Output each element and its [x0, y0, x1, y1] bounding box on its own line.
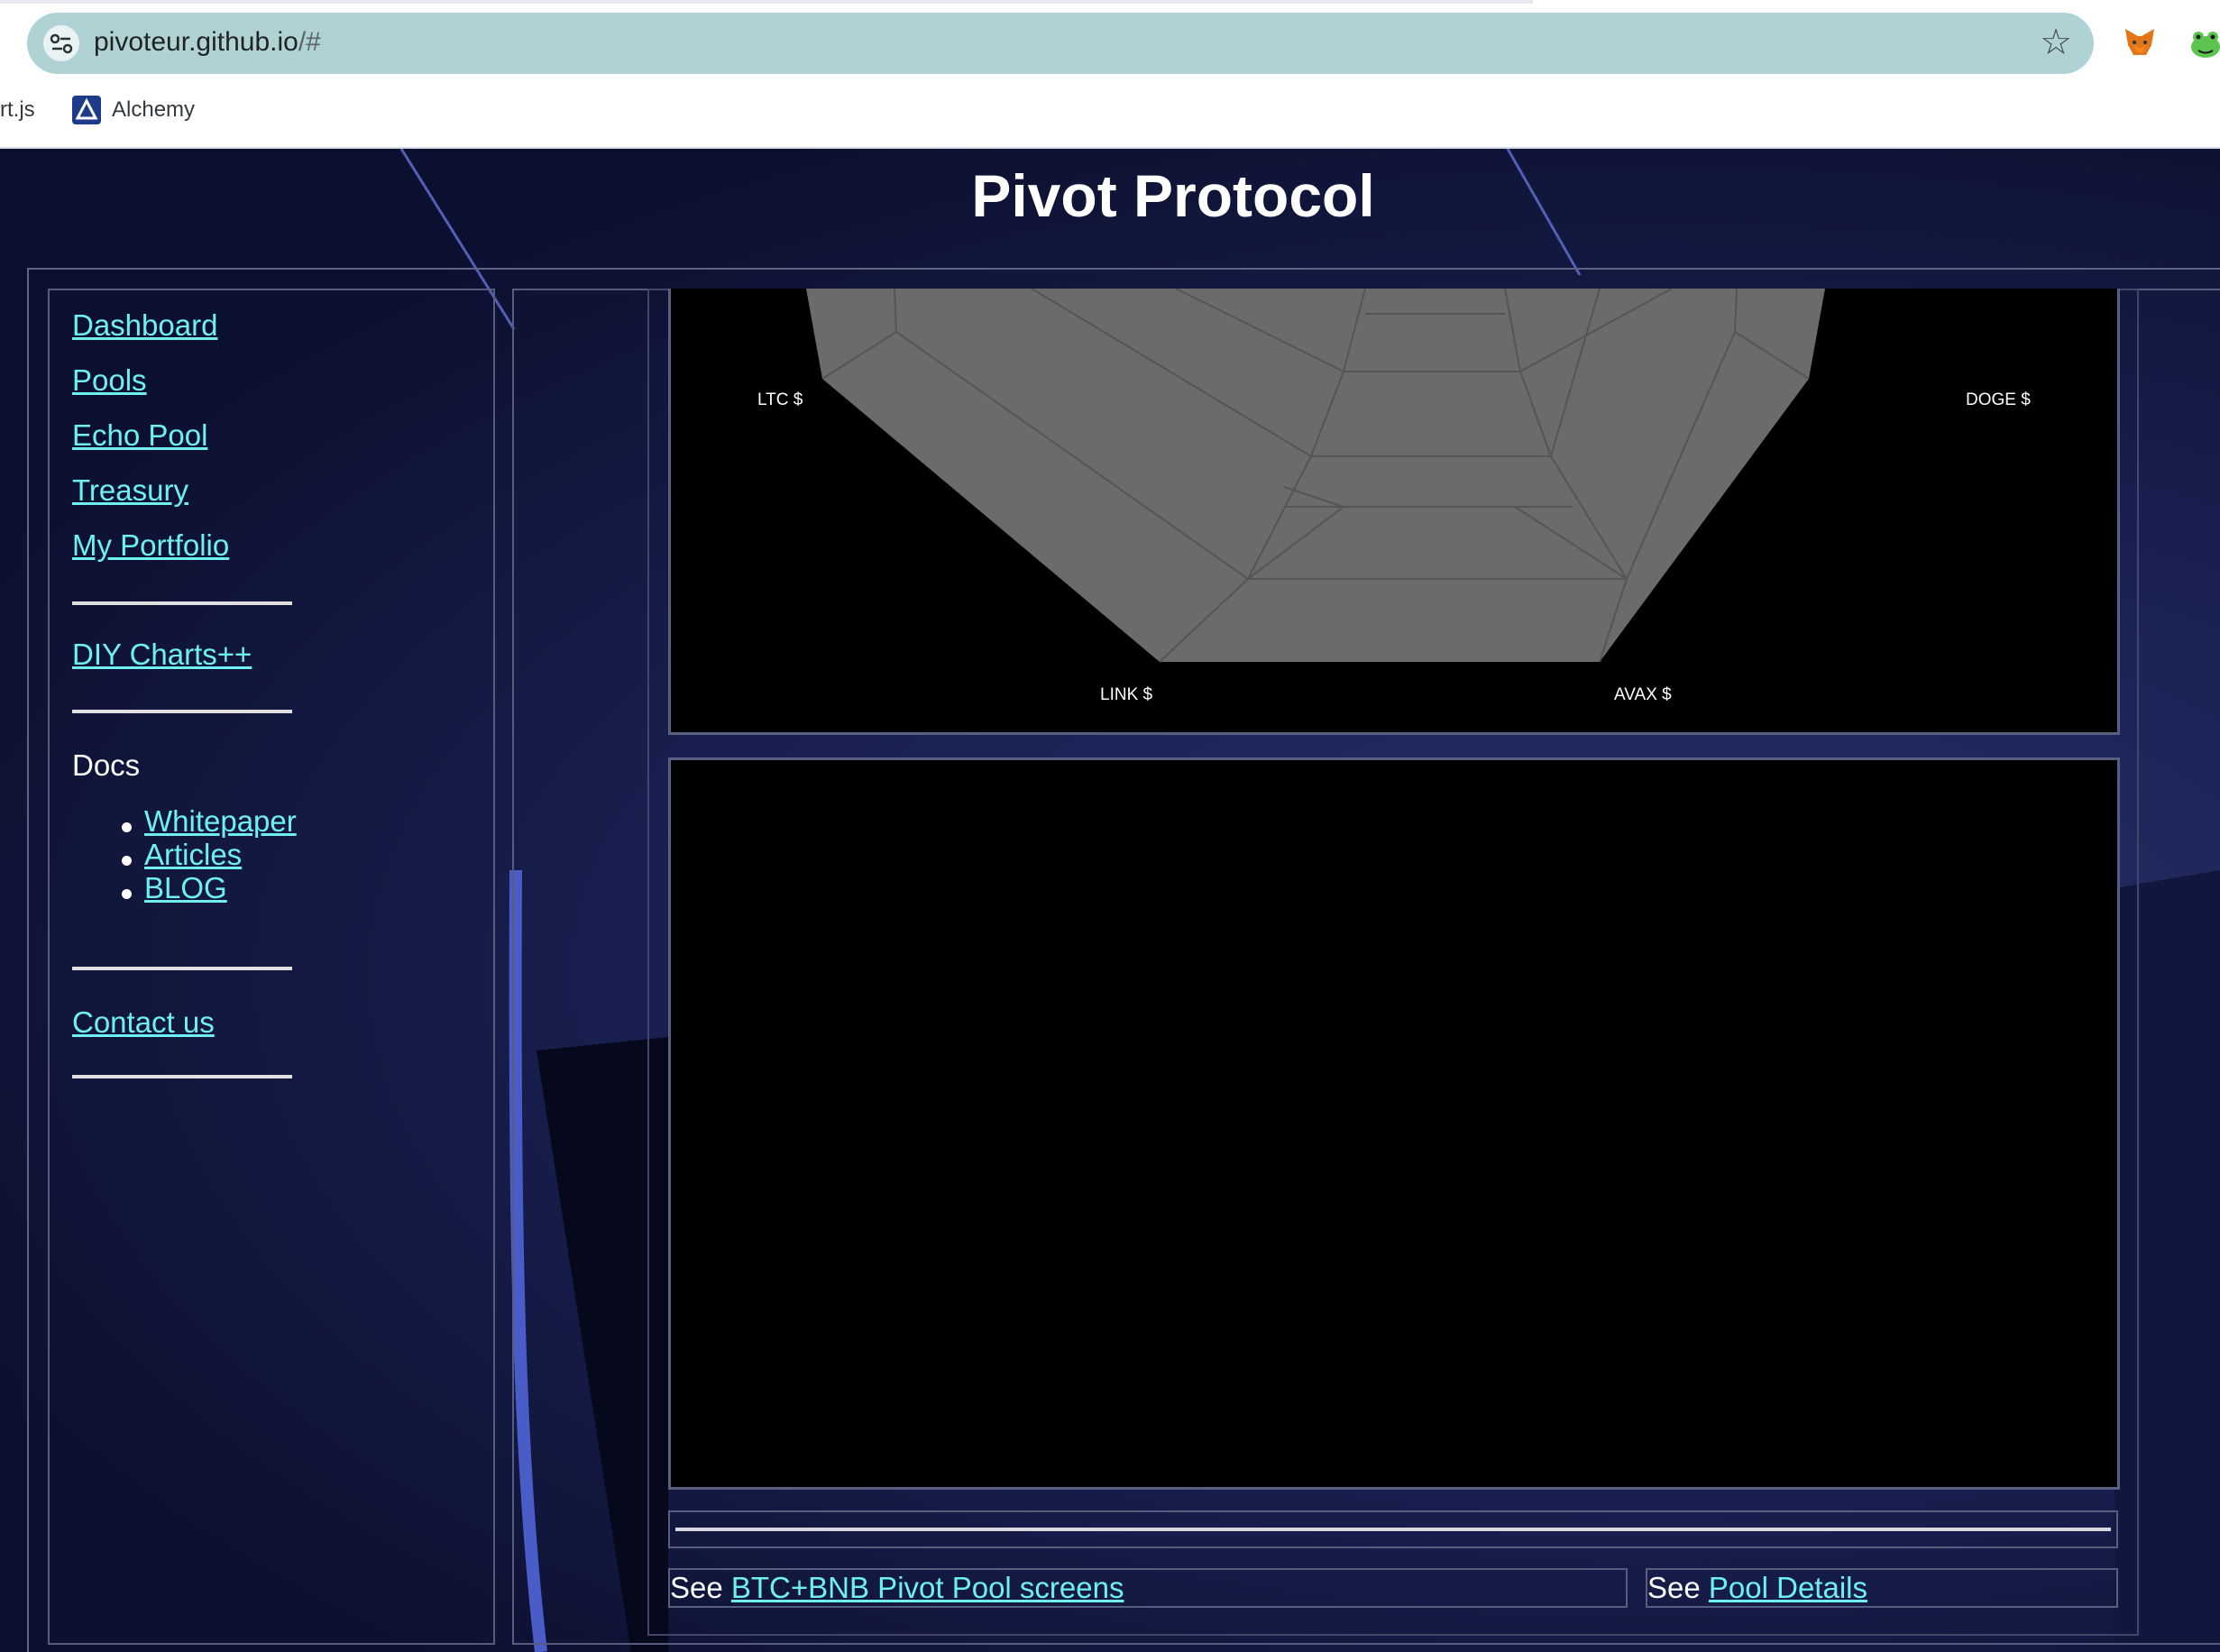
list-bullet [122, 889, 132, 899]
see-prefix: See [1647, 1571, 1701, 1604]
sidebar: Dashboard Pools Echo Pool Treasury My Po… [48, 289, 495, 1645]
page-content: Pivot Protocol Dashboard Pools Echo Pool… [0, 149, 2220, 1652]
bookmark-star-icon[interactable]: ☆ [2040, 20, 2072, 65]
docs-link-whitepaper[interactable]: Whitepaper [144, 804, 297, 839]
nav-link-diy-charts[interactable]: DIY Charts++ [72, 638, 252, 672]
metamask-fox-icon[interactable] [2123, 25, 2157, 60]
nav-link-echo-pool[interactable]: Echo Pool [72, 418, 207, 453]
nav-link-contact-us[interactable]: Contact us [72, 1005, 215, 1040]
frog-extension-icon[interactable] [2188, 25, 2220, 61]
btc-bnb-pool-screens-link[interactable]: BTC+BNB Pivot Pool screens [731, 1571, 1124, 1604]
address-bar[interactable]: pivoteur.github.io/# ☆ [27, 13, 2094, 74]
see-pool-screens-box: See BTC+BNB Pivot Pool screens [668, 1568, 1628, 1608]
url-path: /# [298, 27, 321, 57]
bookmark-item[interactable]: rt.js [0, 94, 35, 126]
url-host: pivoteur.github.io [94, 27, 298, 57]
radar-chart-panel: LTC $ DOGE $ LINK $ AVAX $ [668, 289, 2120, 735]
chart-panel-empty [668, 757, 2120, 1490]
docs-link-blog[interactable]: BLOG [144, 871, 227, 905]
nav-link-pools[interactable]: Pools [72, 363, 147, 398]
see-prefix: See [670, 1571, 723, 1604]
range-slider[interactable] [668, 1510, 2118, 1548]
radar-label-link: LINK $ [1100, 685, 1153, 704]
loading-bar [0, 0, 1533, 4]
nav-divider [72, 710, 292, 713]
radar-label-doge: DOGE $ [1966, 390, 2031, 409]
alchemy-icon[interactable] [72, 96, 101, 124]
nav-divider [72, 601, 292, 605]
list-bullet [122, 822, 132, 832]
pool-details-link[interactable]: Pool Details [1709, 1571, 1867, 1604]
see-pool-details-box: See Pool Details [1646, 1568, 2118, 1608]
radar-chart [806, 289, 1825, 663]
url-text[interactable]: pivoteur.github.io/# [94, 27, 321, 58]
nav-link-dashboard[interactable]: Dashboard [72, 308, 217, 343]
nav-link-treasury[interactable]: Treasury [72, 473, 188, 508]
radar-label-avax: AVAX $ [1614, 685, 1672, 704]
docs-link-articles[interactable]: Articles [144, 838, 242, 872]
site-info-icon[interactable] [43, 25, 79, 61]
nav-divider [72, 967, 292, 970]
browser-chrome: pivoteur.github.io/# ☆ rt.js Alchemy [0, 0, 2220, 149]
site-title: Pivot Protocol [971, 162, 1375, 229]
nav-divider [72, 1075, 292, 1078]
nav-link-my-portfolio[interactable]: My Portfolio [72, 528, 229, 563]
docs-heading: Docs [72, 748, 141, 782]
radar-label-ltc: LTC $ [757, 390, 803, 409]
bookmark-item[interactable]: Alchemy [112, 94, 195, 126]
slider-track[interactable] [675, 1528, 2111, 1531]
list-bullet [122, 856, 132, 866]
